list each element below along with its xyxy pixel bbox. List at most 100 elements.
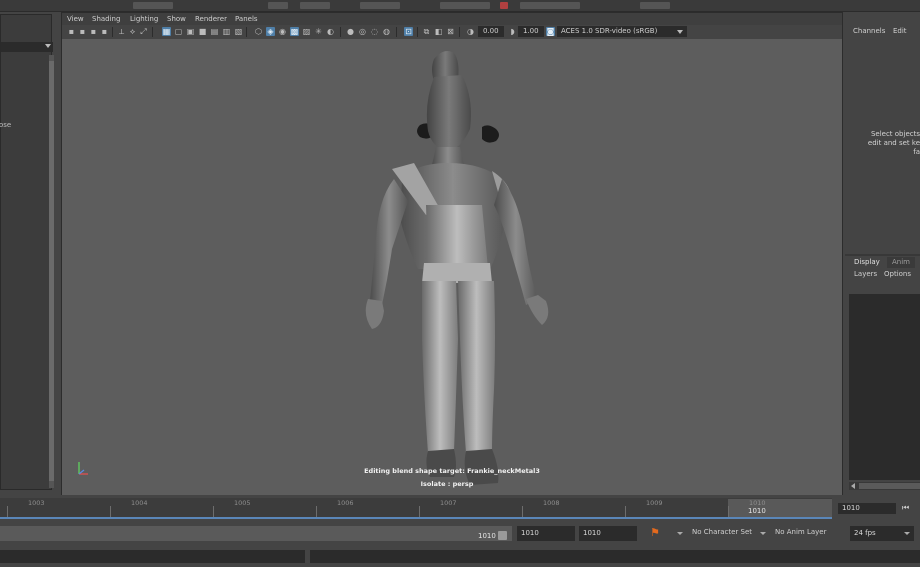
channel-box-body: Select objects edit and set ke fa bbox=[849, 36, 920, 254]
layout-icon[interactable]: ⧉ bbox=[422, 27, 431, 36]
command-line bbox=[0, 546, 920, 567]
time-slider-track[interactable]: 1003 1004 1005 1006 1007 1008 1009 1010 … bbox=[0, 498, 832, 519]
panel-icon[interactable]: ◧ bbox=[434, 27, 443, 36]
antialias-icon[interactable]: ▨ bbox=[302, 27, 311, 36]
menu-lighting[interactable]: Lighting bbox=[130, 15, 158, 23]
frame-tick-label: 1003 bbox=[28, 499, 45, 507]
menu-show[interactable]: Show bbox=[167, 15, 186, 23]
shelf-button[interactable] bbox=[440, 2, 490, 9]
shelf-button[interactable] bbox=[360, 2, 400, 9]
menu-channels[interactable]: Channels bbox=[853, 27, 885, 35]
frame-tick-label: 1009 bbox=[646, 499, 663, 507]
lighting-icon[interactable]: ▥ bbox=[222, 27, 231, 36]
outliner-item-label[interactable]: ose bbox=[0, 121, 11, 129]
3d-viewport[interactable]: Editing blend shape target: Frankie_neck… bbox=[62, 39, 842, 495]
outliner-scrollbar[interactable] bbox=[49, 55, 54, 488]
range-slider-handle[interactable] bbox=[498, 531, 507, 540]
menu-renderer[interactable]: Renderer bbox=[195, 15, 227, 23]
shadows-icon[interactable]: ▧ bbox=[234, 27, 243, 36]
chevron-down-icon[interactable] bbox=[677, 532, 683, 535]
image-plane-icon[interactable]: ▪ bbox=[100, 27, 109, 36]
command-input[interactable] bbox=[0, 550, 305, 563]
animation-end-field[interactable]: 1010 bbox=[579, 526, 637, 541]
ambient-occlusion-icon[interactable]: ● bbox=[346, 27, 355, 36]
tab-display[interactable]: Display bbox=[849, 257, 885, 268]
shelf-button[interactable] bbox=[640, 2, 670, 9]
frame-tick bbox=[625, 506, 626, 517]
menu-panels[interactable]: Panels bbox=[235, 15, 258, 23]
film-gate-icon[interactable]: ⟡ bbox=[128, 27, 137, 36]
wireframe-icon[interactable]: ▢ bbox=[174, 27, 183, 36]
auto-key-icon[interactable]: ⚑ bbox=[650, 526, 660, 539]
menu-edit[interactable]: Edit bbox=[893, 27, 907, 35]
chevron-left-icon[interactable] bbox=[851, 483, 855, 489]
shelf-button[interactable] bbox=[520, 2, 580, 9]
current-frame-field[interactable]: 1010 bbox=[838, 503, 896, 514]
viewport-icon-bar: ▪ ▪ ▪ ▪ ⟂ ⟡ ⤢ ▦ ▢ ▣ ■ ▤ ▥ ▧ ⬡ ◈ ◉ ▩ ▨ ✳ … bbox=[62, 25, 842, 39]
smooth-shade-icon[interactable]: ▣ bbox=[186, 27, 195, 36]
frame-tick bbox=[522, 506, 523, 517]
character-set-dropdown[interactable]: No Character Set bbox=[692, 528, 752, 536]
color-management-icon[interactable]: ◙ bbox=[546, 27, 555, 36]
channel-box-menubar: Channels Edit bbox=[845, 12, 920, 36]
frame-tick bbox=[7, 506, 8, 517]
menu-options[interactable]: Options bbox=[884, 270, 911, 278]
tab-anim[interactable]: Anim bbox=[887, 257, 915, 268]
go-to-start-icon[interactable]: ⏮ bbox=[902, 503, 909, 513]
textured-icon[interactable]: ▤ bbox=[210, 27, 219, 36]
default-material-icon[interactable]: ■ bbox=[198, 27, 207, 36]
right-leg bbox=[458, 281, 495, 453]
isolate-view-icon[interactable]: ⊡ bbox=[404, 27, 413, 36]
shelf-button[interactable] bbox=[300, 2, 330, 9]
hud-icon[interactable]: ⊠ bbox=[446, 27, 455, 36]
light-icon[interactable]: ✳ bbox=[314, 27, 323, 36]
depth-of-field-icon[interactable]: ◎ bbox=[358, 27, 367, 36]
waistband bbox=[422, 263, 492, 283]
scrollbar-thumb[interactable] bbox=[859, 483, 920, 489]
animation-start-field[interactable]: 1010 bbox=[517, 526, 575, 541]
motion-blur-icon[interactable]: ◐ bbox=[326, 27, 335, 36]
exposure-field[interactable]: 0.00 bbox=[478, 26, 504, 37]
menu-layers[interactable]: Layers bbox=[854, 270, 877, 278]
sphere-icon[interactable]: ◌ bbox=[370, 27, 379, 36]
gamma-field[interactable]: 1.00 bbox=[518, 26, 544, 37]
outliner-filter-dropdown[interactable] bbox=[1, 42, 53, 52]
menu-shading[interactable]: Shading bbox=[92, 15, 120, 23]
shelf-button[interactable] bbox=[268, 2, 288, 9]
scrollbar-thumb[interactable] bbox=[49, 61, 54, 481]
gamma-icon[interactable]: ◗ bbox=[508, 27, 517, 36]
layer-list-scrollbar[interactable] bbox=[849, 482, 920, 490]
resolution-gate-icon[interactable]: ⤢ bbox=[139, 27, 148, 36]
layer-list[interactable] bbox=[849, 294, 920, 480]
color-space-label: ACES 1.0 SDR-video (sRGB) bbox=[561, 27, 658, 35]
chevron-down-icon[interactable] bbox=[760, 532, 766, 535]
outliner-panel: ose bbox=[0, 12, 58, 495]
grid-toggle-icon[interactable]: ▦ bbox=[162, 27, 171, 36]
anim-layer-dropdown[interactable]: No Anim Layer bbox=[775, 528, 826, 536]
range-slider[interactable]: 1010 bbox=[0, 526, 512, 541]
outliner-body: ose bbox=[0, 14, 54, 490]
menu-view[interactable]: View bbox=[67, 15, 84, 23]
range-slider-bar: 1010 1010 1010 ⚑ No Character Set No Ani… bbox=[0, 524, 920, 544]
ssr-icon[interactable]: ◍ bbox=[382, 27, 391, 36]
exposure-icon[interactable]: ◑ bbox=[466, 27, 475, 36]
grid-icon[interactable]: ⟂ bbox=[117, 27, 126, 36]
isolate-select-icon[interactable]: ⬡ bbox=[254, 27, 263, 36]
chevron-down-icon bbox=[45, 44, 51, 48]
hud-blend-shape-message: Editing blend shape target: Frankie_neck… bbox=[364, 467, 540, 475]
shelf-button[interactable] bbox=[133, 2, 173, 9]
xray-joints-icon[interactable]: ◉ bbox=[278, 27, 287, 36]
bookmark-icon[interactable]: ▪ bbox=[89, 27, 98, 36]
fps-dropdown[interactable]: 24 fps bbox=[850, 526, 914, 541]
select-camera-icon[interactable]: ▪ bbox=[67, 27, 76, 36]
xray-icon[interactable]: ◈ bbox=[266, 27, 275, 36]
record-button[interactable] bbox=[500, 2, 508, 9]
current-frame-label: 1010 bbox=[748, 507, 766, 515]
overall-bib bbox=[426, 205, 488, 269]
color-space-dropdown[interactable]: ACES 1.0 SDR-video (sRGB) bbox=[557, 26, 687, 37]
channel-box-message-line: edit and set ke bbox=[867, 139, 920, 147]
camera-attributes-icon[interactable]: ▪ bbox=[78, 27, 87, 36]
backface-culling-icon[interactable]: ▩ bbox=[290, 27, 299, 36]
current-time-marker[interactable] bbox=[728, 499, 832, 517]
time-slider[interactable]: 1003 1004 1005 1006 1007 1008 1009 1010 … bbox=[0, 497, 920, 522]
